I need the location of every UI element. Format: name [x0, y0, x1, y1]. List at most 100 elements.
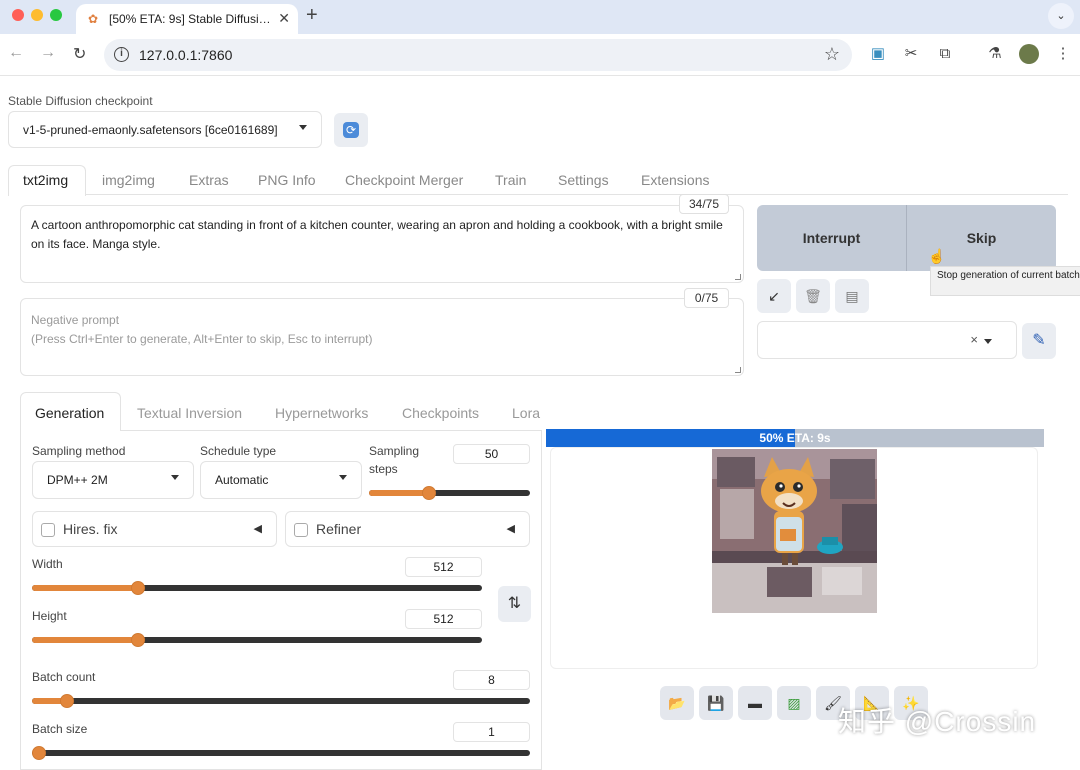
triangle-left-icon: ◀ [506, 523, 515, 535]
refresh-checkpoints-button[interactable]: ⟳ [334, 113, 368, 147]
slider-fill [369, 490, 429, 496]
negative-token-counter: 0/75 [684, 288, 729, 308]
extra-networks-button[interactable]: ▤ [835, 279, 869, 313]
batch-count-label: Batch count [32, 670, 96, 684]
progress-text: 50% ETA: 9s [759, 431, 831, 445]
resize-handle-icon[interactable] [735, 274, 741, 280]
prompt-textarea[interactable]: A cartoon anthropomorphic cat standing i… [20, 205, 744, 283]
batch-count-slider[interactable] [32, 694, 530, 708]
styles-dropdown[interactable]: × [757, 321, 1017, 359]
site-info-icon[interactable]: i [114, 47, 129, 62]
sampling-steps-label: Sampling steps [369, 444, 420, 476]
height-label: Height [32, 609, 67, 623]
interrupt-button[interactable]: Interrupt [757, 205, 906, 271]
flask-icon[interactable]: ⚗ [985, 44, 1005, 64]
width-input[interactable]: 512 [405, 557, 482, 577]
clear-styles-icon[interactable]: × [970, 332, 978, 347]
tab-generation[interactable]: Generation [35, 405, 104, 421]
sampling-steps-input[interactable]: 50 [453, 444, 530, 464]
open-folder-button[interactable]: 📂 [660, 686, 694, 720]
refiner-checkbox[interactable] [294, 523, 308, 537]
slider-fill [32, 585, 138, 591]
close-window-button[interactable] [12, 9, 24, 21]
pencil-icon: ✎ [1032, 332, 1046, 349]
trash-icon: 🗑 [804, 288, 822, 304]
folder-icon: 📂 [668, 695, 686, 711]
height-input[interactable]: 512 [405, 609, 482, 629]
sampling-method-label: Sampling method [32, 444, 126, 458]
send-to-img2img-button[interactable]: ▨ [777, 686, 811, 720]
minimize-window-button[interactable] [31, 9, 43, 21]
batch-size-input[interactable]: 1 [453, 722, 530, 742]
tab-search-chevron-icon[interactable]: ⌄ [1048, 3, 1074, 29]
tab-lora[interactable]: Lora [512, 405, 540, 421]
negative-prompt-placeholder: Negative prompt (Press Ctrl+Enter to gen… [31, 313, 373, 346]
tab-title: [50% ETA: 9s] Stable Diffusi… [109, 12, 269, 26]
address-bar[interactable]: i 127.0.0.1:7860 ☆ [104, 39, 852, 71]
zip-button[interactable]: ▬ [738, 686, 772, 720]
extension-icon[interactable]: ✂ [901, 44, 921, 64]
width-slider[interactable] [32, 581, 482, 595]
browser-tab[interactable]: ✿ [50% ETA: 9s] Stable Diffusi… ✕ [76, 4, 298, 34]
tab-settings[interactable]: Settings [558, 172, 609, 188]
schedule-type-dropdown[interactable]: Automatic [200, 461, 362, 499]
slider-thumb[interactable] [60, 694, 74, 708]
forward-arrow-icon[interactable]: → [40, 44, 56, 62]
card-icon: ▤ [845, 288, 859, 304]
slider-thumb[interactable] [32, 746, 46, 760]
tab-train[interactable]: Train [495, 172, 526, 188]
extension-icon[interactable]: ▣ [868, 44, 888, 64]
more-menu-icon[interactable]: ⋮ [1053, 44, 1073, 64]
puzzle-extensions-icon[interactable]: ⧉ [935, 44, 955, 64]
new-tab-icon[interactable]: + [306, 4, 318, 27]
close-tab-icon[interactable]: ✕ [278, 10, 290, 27]
url-text: 127.0.0.1:7860 [139, 47, 233, 63]
bookmark-star-icon[interactable]: ☆ [824, 44, 840, 65]
schedule-type-label: Schedule type [200, 444, 277, 458]
batch-count-input[interactable]: 8 [453, 670, 530, 690]
progress-bar: 50% ETA: 9s [546, 429, 1044, 447]
chevron-down-icon [171, 475, 179, 480]
height-slider[interactable] [32, 633, 482, 647]
tab-png-info[interactable]: PNG Info [258, 172, 316, 188]
batch-size-slider[interactable] [32, 746, 530, 760]
checkpoint-dropdown[interactable]: v1-5-pruned-emaonly.safetensors [6ce0161… [8, 111, 322, 148]
reload-icon[interactable]: ↻ [73, 44, 86, 64]
schedule-type-value: Automatic [215, 473, 269, 487]
refiner-accordion[interactable]: Refiner ◀ [285, 511, 530, 547]
maximize-window-button[interactable] [50, 9, 62, 21]
tab-checkpoint-merger[interactable]: Checkpoint Merger [345, 172, 463, 188]
slider-thumb[interactable] [422, 486, 436, 500]
main-tabs: txt2img img2img Extras PNG Info Checkpoi… [8, 165, 1068, 196]
tab-txt2img[interactable]: txt2img [23, 172, 68, 188]
tab-extras[interactable]: Extras [189, 172, 229, 188]
tab-textual-inversion[interactable]: Textual Inversion [137, 405, 242, 421]
refresh-icon: ⟳ [343, 122, 359, 138]
negative-prompt-textarea[interactable]: Negative prompt (Press Ctrl+Enter to gen… [20, 298, 744, 376]
tab-img2img[interactable]: img2img [102, 172, 155, 188]
edit-styles-button[interactable]: ✎ [1022, 323, 1056, 359]
slider-thumb[interactable] [131, 633, 145, 647]
tab-checkpoints[interactable]: Checkpoints [402, 405, 479, 421]
width-label: Width [32, 557, 63, 571]
read-params-button[interactable]: ↙ [757, 279, 791, 313]
tab-hypernetworks[interactable]: Hypernetworks [275, 405, 368, 421]
hires-fix-checkbox[interactable] [41, 523, 55, 537]
clear-prompt-button[interactable]: 🗑 [796, 279, 830, 313]
avatar[interactable] [1019, 44, 1039, 64]
prompt-text: A cartoon anthropomorphic cat standing i… [31, 218, 723, 251]
back-arrow-icon[interactable]: ← [8, 44, 24, 62]
hires-fix-accordion[interactable]: Hires. fix ◀ [32, 511, 277, 547]
preview-image[interactable] [712, 449, 877, 613]
chevron-down-icon [984, 339, 992, 344]
resize-handle-icon[interactable] [735, 367, 741, 373]
sampling-method-dropdown[interactable]: DPM++ 2M [32, 461, 194, 499]
sampling-steps-slider[interactable] [369, 486, 530, 500]
cartoon-cat-image [712, 449, 877, 613]
slider-thumb[interactable] [131, 581, 145, 595]
save-button[interactable]: 💾 [699, 686, 733, 720]
batch-size-label: Batch size [32, 722, 88, 736]
tab-extensions[interactable]: Extensions [641, 172, 709, 188]
browser-tab-bar: ✿ [50% ETA: 9s] Stable Diffusi… ✕ + ⌄ [0, 0, 1080, 34]
swap-dimensions-button[interactable]: ⇅ [498, 586, 531, 622]
